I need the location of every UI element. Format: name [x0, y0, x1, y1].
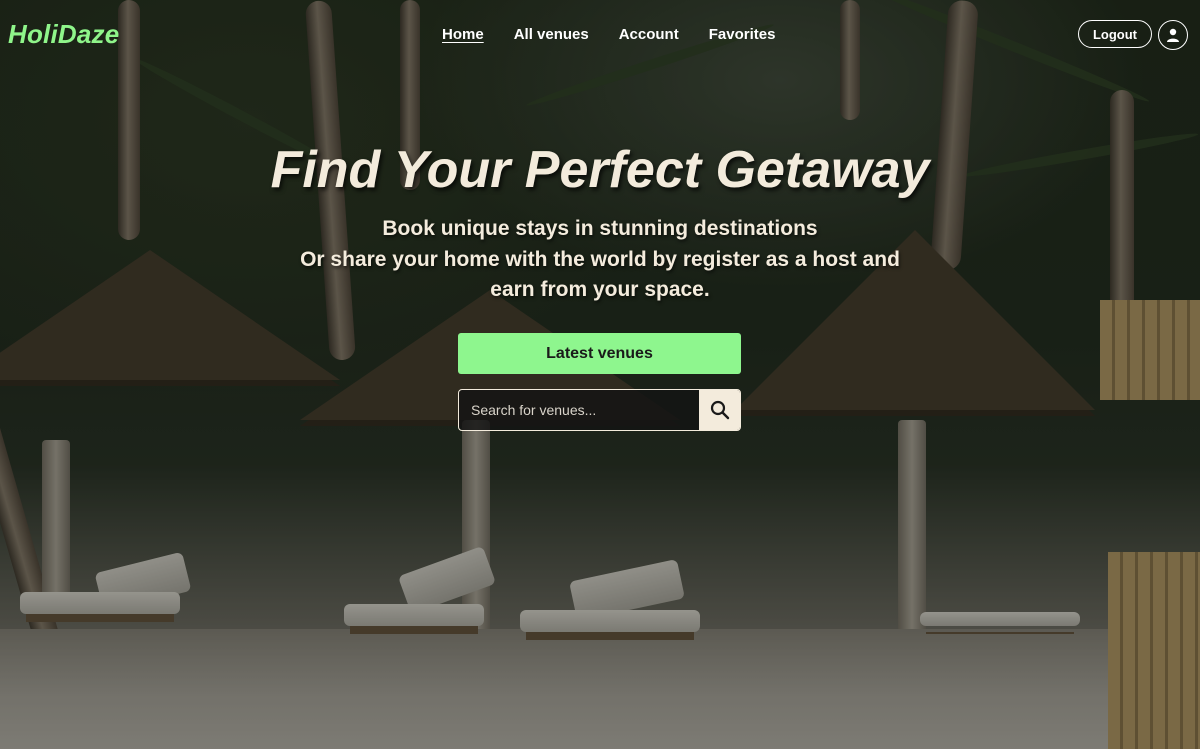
nav-link-account[interactable]: Account: [619, 26, 679, 43]
user-icon: [1167, 28, 1179, 42]
profile-button[interactable]: [1158, 20, 1188, 50]
search-icon: [710, 400, 729, 420]
search-input[interactable]: [459, 390, 699, 430]
nav-link-all-venues[interactable]: All venues: [514, 26, 589, 43]
brand-logo[interactable]: HoliDaze: [8, 19, 119, 50]
hero-subtitle-line: Book unique stays in stunning destinatio…: [382, 217, 818, 240]
hero-subtitle-line: Or share your home with the world by reg…: [300, 247, 900, 271]
latest-venues-button[interactable]: Latest venues: [458, 333, 741, 374]
hero-title: Find Your Perfect Getaway: [270, 141, 930, 199]
hero-background-image: [0, 0, 1200, 749]
hero-subtitle-line: earn from your space.: [490, 278, 710, 301]
hero-subtitle: Book unique stays in stunning destinatio…: [0, 214, 1200, 306]
nav-link-favorites[interactable]: Favorites: [709, 26, 776, 43]
search-button[interactable]: [699, 390, 740, 430]
venue-search: [458, 389, 741, 431]
top-navbar: HoliDaze Home All venues Account Favorit…: [0, 0, 1200, 70]
nav-link-home[interactable]: Home: [442, 26, 484, 43]
logout-button[interactable]: Logout: [1078, 20, 1152, 48]
nav-links: Home All venues Account Favorites: [442, 26, 805, 43]
